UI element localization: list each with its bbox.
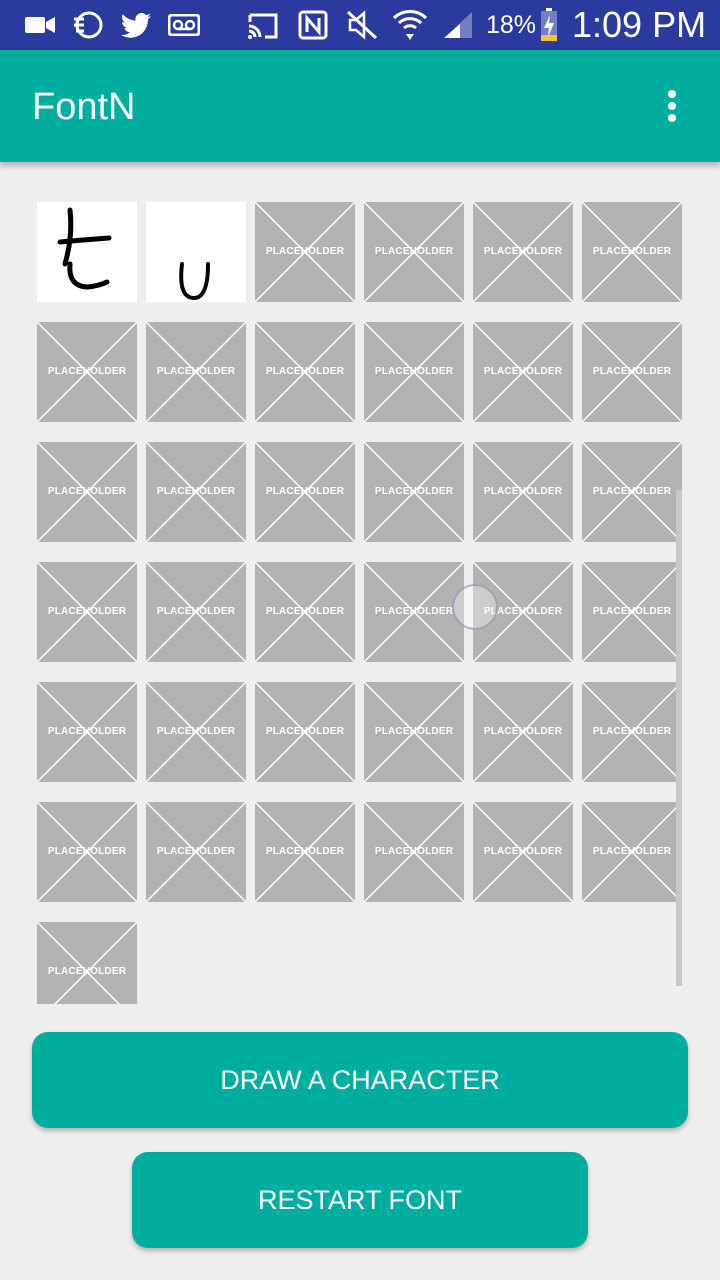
placeholder-label: PLACEHOLDER	[374, 726, 454, 737]
placeholder-label: PLACEHOLDER	[592, 726, 672, 737]
placeholder-tile[interactable]: PLACEHOLDER	[364, 202, 464, 302]
placeholder-label: PLACEHOLDER	[265, 486, 345, 497]
placeholder-tile[interactable]: PLACEHOLDER	[582, 442, 682, 542]
overflow-dot	[668, 90, 676, 98]
placeholder-label: PLACEHOLDER	[265, 846, 345, 857]
placeholder-label: PLACEHOLDER	[47, 366, 127, 377]
placeholder-tile[interactable]: PLACEHOLDER	[364, 562, 464, 662]
placeholder-label: PLACEHOLDER	[156, 846, 236, 857]
placeholder-label: PLACEHOLDER	[47, 606, 127, 617]
placeholder-label: PLACEHOLDER	[265, 726, 345, 737]
dashboard-icon	[74, 11, 103, 39]
placeholder-label: PLACEHOLDER	[483, 486, 563, 497]
placeholder-tile[interactable]: PLACEHOLDER	[364, 442, 464, 542]
placeholder-label: PLACEHOLDER	[374, 246, 454, 257]
placeholder-label: PLACEHOLDER	[592, 486, 672, 497]
handwritten-glyph	[179, 262, 210, 301]
placeholder-tile[interactable]: PLACEHOLDER	[146, 682, 246, 782]
placeholder-tile[interactable]: PLACEHOLDER	[255, 802, 355, 902]
placeholder-label: PLACEHOLDER	[265, 606, 345, 617]
app-bar: FontN	[0, 50, 720, 162]
placeholder-tile[interactable]: PLACEHOLDER	[255, 682, 355, 782]
placeholder-label: PLACEHOLDER	[592, 846, 672, 857]
placeholder-tile[interactable]: PLACEHOLDER	[364, 802, 464, 902]
placeholder-label: PLACEHOLDER	[156, 726, 236, 737]
placeholder-label: PLACEHOLDER	[374, 486, 454, 497]
scrollbar[interactable]	[676, 490, 682, 986]
voicemail-icon	[168, 14, 200, 36]
character-tile[interactable]	[37, 202, 137, 302]
placeholder-tile[interactable]: PLACEHOLDER	[255, 562, 355, 662]
handwritten-glyph	[57, 207, 112, 290]
placeholder-label: PLACEHOLDER	[47, 846, 127, 857]
placeholder-tile[interactable]: PLACEHOLDER	[255, 202, 355, 302]
placeholder-tile[interactable]: PLACEHOLDER	[255, 442, 355, 542]
placeholder-label: PLACEHOLDER	[592, 606, 672, 617]
placeholder-tile[interactable]: PLACEHOLDER	[473, 442, 573, 542]
restart-font-button[interactable]: RESTART FONT	[132, 1152, 588, 1248]
placeholder-label: PLACEHOLDER	[47, 966, 127, 977]
placeholder-label: PLACEHOLDER	[374, 846, 454, 857]
placeholder-tile[interactable]: PLACEHOLDER	[146, 442, 246, 542]
placeholder-label: PLACEHOLDER	[265, 366, 345, 377]
placeholder-tile[interactable]: PLACEHOLDER	[146, 562, 246, 662]
placeholder-tile[interactable]: PLACEHOLDER	[37, 682, 137, 782]
placeholder-label: PLACEHOLDER	[483, 726, 563, 737]
overflow-dot	[668, 114, 676, 122]
placeholder-label: PLACEHOLDER	[156, 606, 236, 617]
app-title: FontN	[32, 86, 136, 128]
overflow-dot	[668, 102, 676, 110]
placeholder-label: PLACEHOLDER	[592, 366, 672, 377]
placeholder-tile[interactable]: PLACEHOLDER	[582, 202, 682, 302]
placeholder-tile[interactable]: PLACEHOLDER	[146, 322, 246, 422]
draw-character-button[interactable]: DRAW A CHARACTER	[32, 1032, 688, 1128]
touch-indicator	[452, 584, 498, 630]
placeholder-label: PLACEHOLDER	[47, 486, 127, 497]
placeholder-tile[interactable]: PLACEHOLDER	[37, 922, 137, 1004]
placeholder-tile[interactable]: PLACEHOLDER	[146, 802, 246, 902]
placeholder-label: PLACEHOLDER	[374, 366, 454, 377]
placeholder-tile[interactable]: PLACEHOLDER	[473, 682, 573, 782]
battery-charging-icon	[541, 8, 557, 41]
battery-percent: 18%	[486, 11, 537, 39]
placeholder-label: PLACEHOLDER	[47, 726, 127, 737]
placeholder-label: PLACEHOLDER	[592, 246, 672, 257]
video-camera-icon	[25, 17, 55, 33]
character-grid: PLACEHOLDER PLACEHOLDER PLACEHOLDER PLACEHO…	[0, 162, 720, 1004]
cast-icon	[248, 13, 278, 39]
placeholder-tile[interactable]: PLACEHOLDER	[364, 322, 464, 422]
placeholder-tile[interactable]: PLACEHOLDER	[37, 802, 137, 902]
placeholder-tile[interactable]: PLACEHOLDER	[473, 202, 573, 302]
placeholder-tile[interactable]: PLACEHOLDER	[364, 682, 464, 782]
placeholder-label: PLACEHOLDER	[156, 366, 236, 377]
mute-icon	[346, 10, 378, 40]
placeholder-tile[interactable]: PLACEHOLDER	[255, 322, 355, 422]
placeholder-tile[interactable]: PLACEHOLDER	[37, 322, 137, 422]
placeholder-x-icon	[37, 922, 137, 1004]
placeholder-tile[interactable]: PLACEHOLDER	[582, 682, 682, 782]
placeholder-tile[interactable]: PLACEHOLDER	[37, 562, 137, 662]
placeholder-label: PLACEHOLDER	[483, 246, 563, 257]
placeholder-tile[interactable]: PLACEHOLDER	[582, 562, 682, 662]
placeholder-tile[interactable]: PLACEHOLDER	[37, 442, 137, 542]
character-tile[interactable]	[146, 202, 246, 302]
status-time: 1:09 PM	[572, 4, 707, 45]
placeholder-tile[interactable]: PLACEHOLDER	[582, 802, 682, 902]
twitter-icon	[120, 13, 151, 38]
status-bar: 18% 1:09 PM	[0, 0, 720, 50]
placeholder-label: PLACEHOLDER	[374, 606, 454, 617]
overflow-menu-icon[interactable]	[652, 84, 692, 128]
placeholder-tile[interactable]: PLACEHOLDER	[473, 802, 573, 902]
nfc-icon	[298, 10, 328, 40]
wifi-icon	[392, 10, 428, 40]
placeholder-label: PLACEHOLDER	[483, 366, 563, 377]
placeholder-tile[interactable]: PLACEHOLDER	[473, 322, 573, 422]
placeholder-tile[interactable]: PLACEHOLDER	[582, 322, 682, 422]
placeholder-label: PLACEHOLDER	[265, 246, 345, 257]
placeholder-label: PLACEHOLDER	[483, 846, 563, 857]
placeholder-label: PLACEHOLDER	[156, 486, 236, 497]
signal-icon	[444, 12, 472, 38]
